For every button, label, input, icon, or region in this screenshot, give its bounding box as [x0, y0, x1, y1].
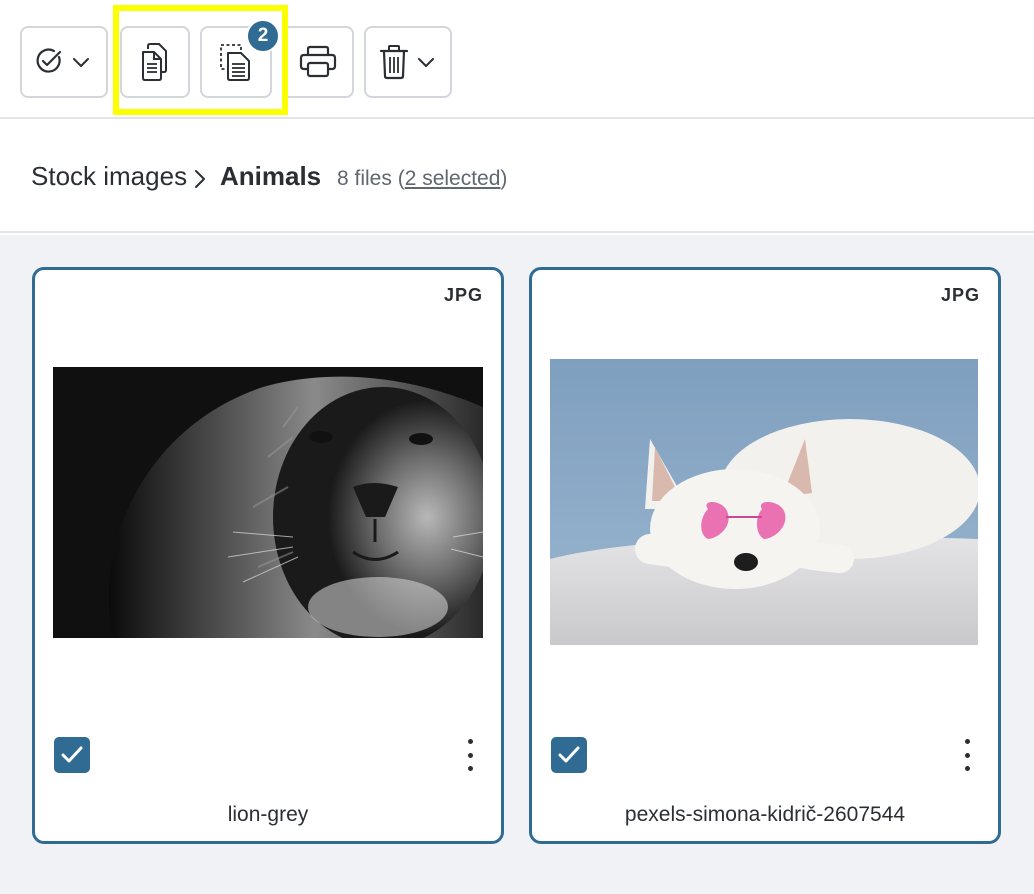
chevron-down-icon [418, 58, 434, 67]
print-button[interactable] [282, 26, 354, 98]
delete-button[interactable] [364, 26, 452, 98]
breadcrumb-current: Animals [220, 161, 322, 191]
copy-documents-icon [142, 43, 167, 81]
white-dog-pink-glasses-photo [550, 359, 978, 645]
file-type-label: JPG [443, 285, 483, 305]
file-count-text: 8 files [337, 167, 392, 190]
breadcrumb-root[interactable]: Stock images [31, 161, 187, 192]
file-name: lion-grey [227, 803, 309, 826]
dashed-copy-icon [220, 44, 250, 81]
more-options-button[interactable] [962, 739, 972, 771]
select-checkbox[interactable] [551, 737, 587, 773]
chevron-down-icon [73, 58, 89, 67]
checkmark-icon [558, 746, 580, 763]
copy-button[interactable] [120, 26, 190, 98]
chevron-right-icon [195, 170, 205, 188]
checkmark-icon [61, 746, 83, 763]
file-count: 8 files (2 selected) [337, 167, 508, 190]
select-checkbox[interactable] [54, 737, 90, 773]
lion-grey-photo [53, 367, 483, 638]
file-type-label: JPG [940, 285, 980, 305]
file-grid: JPG lion-grey JPG pexels-simona-kidrič-2… [0, 235, 1034, 894]
file-name: pexels-simona-kidrič-2607544 [624, 803, 906, 826]
breadcrumb: Stock images Animals 8 files (2 selected… [0, 121, 1034, 233]
printer-icon [299, 45, 337, 78]
file-card[interactable]: JPG [32, 267, 504, 844]
check-circle-icon [36, 48, 89, 73]
selection-count-badge: 2 [246, 19, 280, 53]
toolbar: 2 [0, 0, 1034, 119]
trash-icon [379, 45, 434, 80]
select-all-button[interactable] [20, 26, 108, 98]
more-options-button[interactable] [465, 739, 475, 771]
selected-count-link[interactable]: 2 selected [405, 167, 501, 190]
file-card[interactable]: JPG [529, 267, 1001, 844]
